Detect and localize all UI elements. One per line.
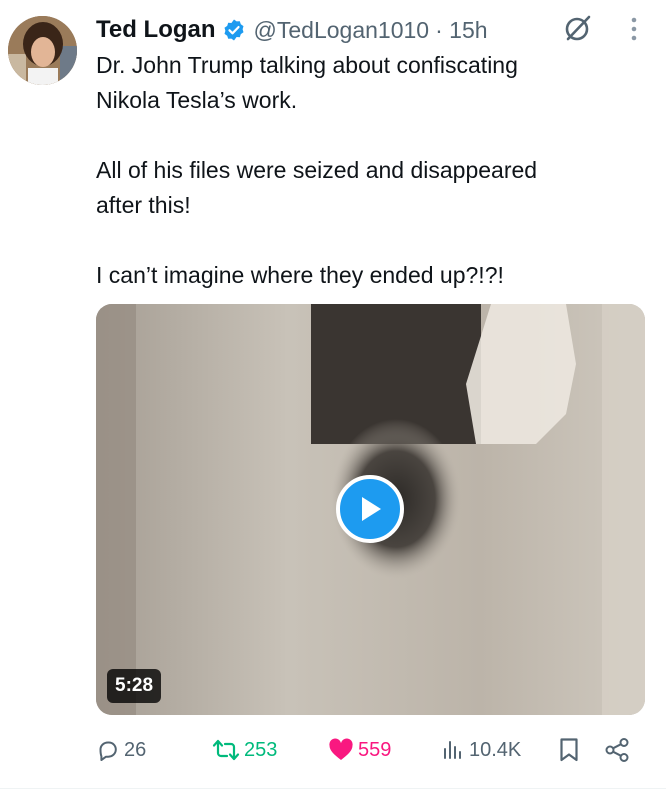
bookmark-icon xyxy=(560,738,578,762)
author-name[interactable]: Ted Logan xyxy=(96,16,216,44)
play-button[interactable] xyxy=(336,475,404,543)
views-count: 10.4K xyxy=(469,738,522,761)
like-count: 559 xyxy=(358,738,392,761)
play-icon xyxy=(362,497,381,521)
video-duration: 5:28 xyxy=(107,669,162,703)
tweet-text-line: I can’t imagine where they ended up?!?! xyxy=(96,262,504,288)
verified-badge-icon xyxy=(224,19,244,41)
repost-icon xyxy=(212,739,240,761)
share-button[interactable] xyxy=(604,730,630,770)
reply-icon xyxy=(99,741,117,761)
views-icon xyxy=(444,741,461,759)
timestamp[interactable]: · 15h xyxy=(435,17,487,44)
share-icon xyxy=(605,738,629,762)
avatar[interactable] xyxy=(8,16,77,85)
author-handle[interactable]: @TedLogan1010 xyxy=(254,17,430,44)
tweet-text-line: All of his files were seized and disappe… xyxy=(96,157,538,183)
like-icon xyxy=(329,738,353,760)
bookmark-button[interactable] xyxy=(558,730,580,770)
tweet-text-line: Nikola Tesla’s work. xyxy=(96,87,298,113)
reply-button[interactable]: 26 xyxy=(96,730,146,770)
repost-button[interactable]: 253 xyxy=(212,730,277,770)
grok-icon[interactable] xyxy=(562,12,594,44)
more-icon[interactable] xyxy=(624,14,644,44)
action-bar: 26 253 559 10.4K xyxy=(0,730,666,770)
tweet-text: Dr. John Trump talking about confiscatin… xyxy=(96,48,636,293)
views-button[interactable]: 10.4K xyxy=(441,730,521,770)
tweet-text-line: Dr. John Trump talking about confiscatin… xyxy=(96,52,518,78)
reply-count: 26 xyxy=(124,738,147,761)
like-button[interactable]: 559 xyxy=(328,730,391,770)
tweet-text-line: after this! xyxy=(96,192,191,218)
repost-count: 253 xyxy=(244,738,278,761)
